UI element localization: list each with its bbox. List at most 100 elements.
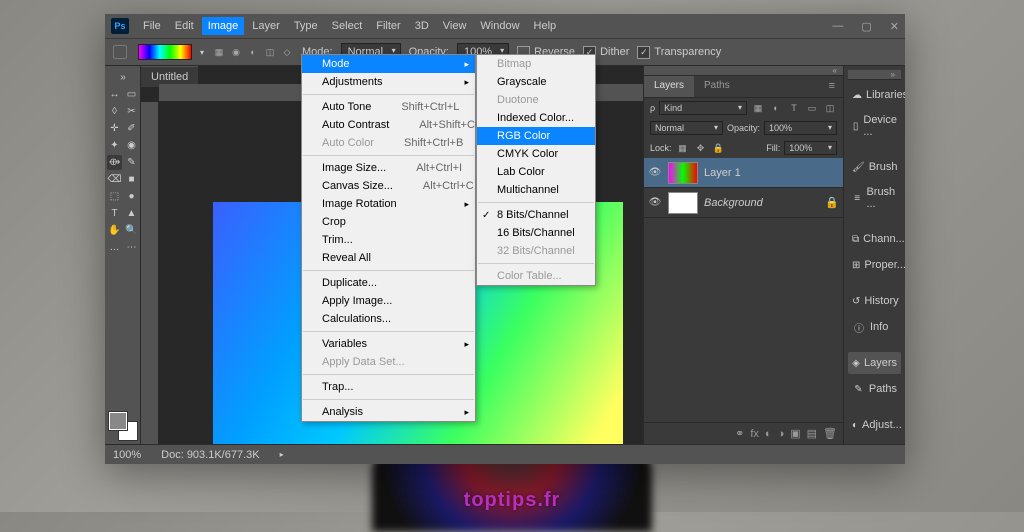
filter-type-icon[interactable]: T	[787, 101, 801, 115]
menu-file[interactable]: File	[137, 17, 167, 35]
crop-tool[interactable]: ✂	[124, 104, 139, 119]
menu-item-mode[interactable]: Mode	[302, 55, 475, 73]
menu-item-cmyk-color[interactable]: CMYK Color	[477, 145, 595, 163]
lock-all-icon[interactable]: 🔒	[712, 141, 726, 155]
properties-panel-button[interactable]: ⊞Proper...	[848, 254, 901, 276]
panel-collapse-bar[interactable]: «	[644, 66, 843, 76]
group-icon[interactable]: ▣	[790, 427, 800, 440]
minimize-icon[interactable]: —	[832, 20, 843, 33]
brush-panel-button[interactable]: 🖌Brush	[848, 156, 901, 178]
foreground-background-swatches[interactable]	[109, 412, 137, 440]
menu-item-auto-tone[interactable]: Auto ToneShift+Ctrl+L	[302, 98, 475, 116]
menu-item-trim[interactable]: Trim...	[302, 231, 475, 249]
filter-shape-icon[interactable]: ▭	[805, 101, 819, 115]
menu-item-image-size[interactable]: Image Size...Alt+Ctrl+I	[302, 159, 475, 177]
menu-item-indexed-color[interactable]: Indexed Color...	[477, 109, 595, 127]
menu-item-grayscale[interactable]: Grayscale	[477, 73, 595, 91]
adjustment-layer-icon[interactable]: ◑	[778, 428, 785, 440]
eraser-tool[interactable]: ⌫	[107, 172, 122, 187]
layer-name[interactable]: Layer 1	[704, 167, 741, 179]
menu-item-16-bits-channel[interactable]: 16 Bits/Channel	[477, 224, 595, 242]
type-tool[interactable]: T	[107, 206, 122, 221]
menu-item-lab-color[interactable]: Lab Color	[477, 163, 595, 181]
menu-filter[interactable]: Filter	[370, 17, 406, 35]
menu-edit[interactable]: Edit	[169, 17, 200, 35]
menu-item-crop[interactable]: Crop	[302, 213, 475, 231]
libraries-panel-button[interactable]: ☁Libraries	[848, 84, 901, 106]
linear-gradient-icon[interactable]: ▦	[212, 45, 226, 59]
menu-item-rgb-color[interactable]: RGB Color	[477, 127, 595, 145]
menu-item-auto-contrast[interactable]: Auto ContrastAlt+Shift+Ctrl+L	[302, 116, 475, 134]
info-panel-button[interactable]: ⓘInfo	[848, 316, 901, 338]
menu-layer[interactable]: Layer	[246, 17, 286, 35]
layers-tab[interactable]: Layers	[644, 76, 694, 97]
menu-item-image-rotation[interactable]: Image Rotation	[302, 195, 475, 213]
more1-tool[interactable]: …	[107, 240, 122, 255]
brush-presets-button[interactable]: ≡Brush ...	[848, 182, 901, 214]
toolbox-collapse-icon[interactable]: »	[107, 70, 139, 85]
lock-pixels-icon[interactable]: ▦	[676, 141, 690, 155]
layer-name[interactable]: Background	[704, 197, 763, 209]
layer-mask-icon[interactable]: ◐	[765, 428, 772, 440]
zoom-level[interactable]: 100%	[113, 449, 141, 461]
marquee-tool[interactable]: ▭	[124, 87, 139, 102]
diamond-gradient-icon[interactable]: ◇	[280, 45, 294, 59]
radial-gradient-icon[interactable]: ◉	[229, 45, 243, 59]
menu-type[interactable]: Type	[288, 17, 324, 35]
blur-tool[interactable]: ⬚	[107, 189, 122, 204]
filter-pixel-icon[interactable]: ▦	[751, 101, 765, 115]
menu-item-variables[interactable]: Variables	[302, 335, 475, 353]
new-layer-icon[interactable]: ▤	[807, 427, 817, 440]
brush-tool[interactable]: ✐	[124, 121, 139, 136]
menu-item-adjustments[interactable]: Adjustments	[302, 73, 475, 91]
device-preview-button[interactable]: ▯Device ...	[848, 110, 901, 142]
paint-bucket-tool[interactable]: ■	[124, 172, 139, 187]
menu-item-8-bits-channel[interactable]: ✓8 Bits/Channel	[477, 206, 595, 224]
maximize-icon[interactable]: ▢	[861, 20, 871, 33]
dock-collapse-bar[interactable]: »	[848, 70, 901, 80]
eyedropper-tool[interactable]: ✛	[107, 121, 122, 136]
layer-fill-select[interactable]: 100%	[784, 141, 837, 155]
document-size[interactable]: Doc: 903.1K/677.3K	[161, 449, 259, 461]
layer-blend-select[interactable]: Normal	[650, 121, 723, 135]
layer-opacity-select[interactable]: 100%	[764, 121, 837, 135]
menu-image[interactable]: Image	[202, 17, 245, 35]
menu-select[interactable]: Select	[326, 17, 369, 35]
layer-row[interactable]: 👁 Layer 1	[644, 158, 843, 188]
filter-smart-icon[interactable]: ◫	[823, 101, 837, 115]
channels-panel-button[interactable]: ⧉Chann...	[848, 228, 901, 250]
healing-tool[interactable]: ✦	[107, 138, 122, 153]
move-tool[interactable]: ↔	[107, 87, 122, 102]
clone-tool[interactable]: ⟴	[107, 155, 122, 170]
zoom-tool[interactable]: 🔍	[124, 223, 139, 238]
panel-menu-icon[interactable]: ≡	[821, 76, 843, 97]
visibility-icon[interactable]: 👁	[648, 197, 662, 208]
paths-panel-button[interactable]: ✎Paths	[848, 378, 901, 400]
layer-thumbnail[interactable]	[668, 192, 698, 214]
menu-item-analysis[interactable]: Analysis	[302, 403, 475, 421]
gradient-tool-icon[interactable]	[113, 45, 127, 59]
menu-item-trap[interactable]: Trap...	[302, 378, 475, 396]
dodge-tool[interactable]: ●	[124, 189, 139, 204]
transparency-checkbox[interactable]: Transparency	[637, 46, 721, 59]
angle-gradient-icon[interactable]: ◐	[246, 45, 260, 59]
menu-item-calculations[interactable]: Calculations...	[302, 310, 475, 328]
menu-help[interactable]: Help	[528, 17, 563, 35]
foreground-color-swatch[interactable]	[109, 412, 127, 430]
paths-tab[interactable]: Paths	[694, 76, 740, 97]
menu-3d[interactable]: 3D	[409, 17, 435, 35]
lock-position-icon[interactable]: ✥	[694, 141, 708, 155]
layer-row[interactable]: 👁 Background 🔒	[644, 188, 843, 218]
hand-tool[interactable]: ✋	[107, 223, 122, 238]
gradient-tool[interactable]: ◉	[124, 138, 139, 153]
filter-kind-select[interactable]: Kind	[659, 101, 747, 115]
menu-item-multichannel[interactable]: Multichannel	[477, 181, 595, 199]
menu-item-reveal-all[interactable]: Reveal All	[302, 249, 475, 267]
pencil-tool[interactable]: ✎	[124, 155, 139, 170]
history-panel-button[interactable]: ↺History	[848, 290, 901, 312]
delete-layer-icon[interactable]: 🗑	[823, 427, 837, 440]
adjustments-panel-button[interactable]: ◐Adjust...	[848, 414, 901, 436]
filter-adjust-icon[interactable]: ◐	[769, 101, 783, 115]
menu-item-canvas-size[interactable]: Canvas Size...Alt+Ctrl+C	[302, 177, 475, 195]
layer-fx-icon[interactable]: fx	[750, 428, 759, 440]
